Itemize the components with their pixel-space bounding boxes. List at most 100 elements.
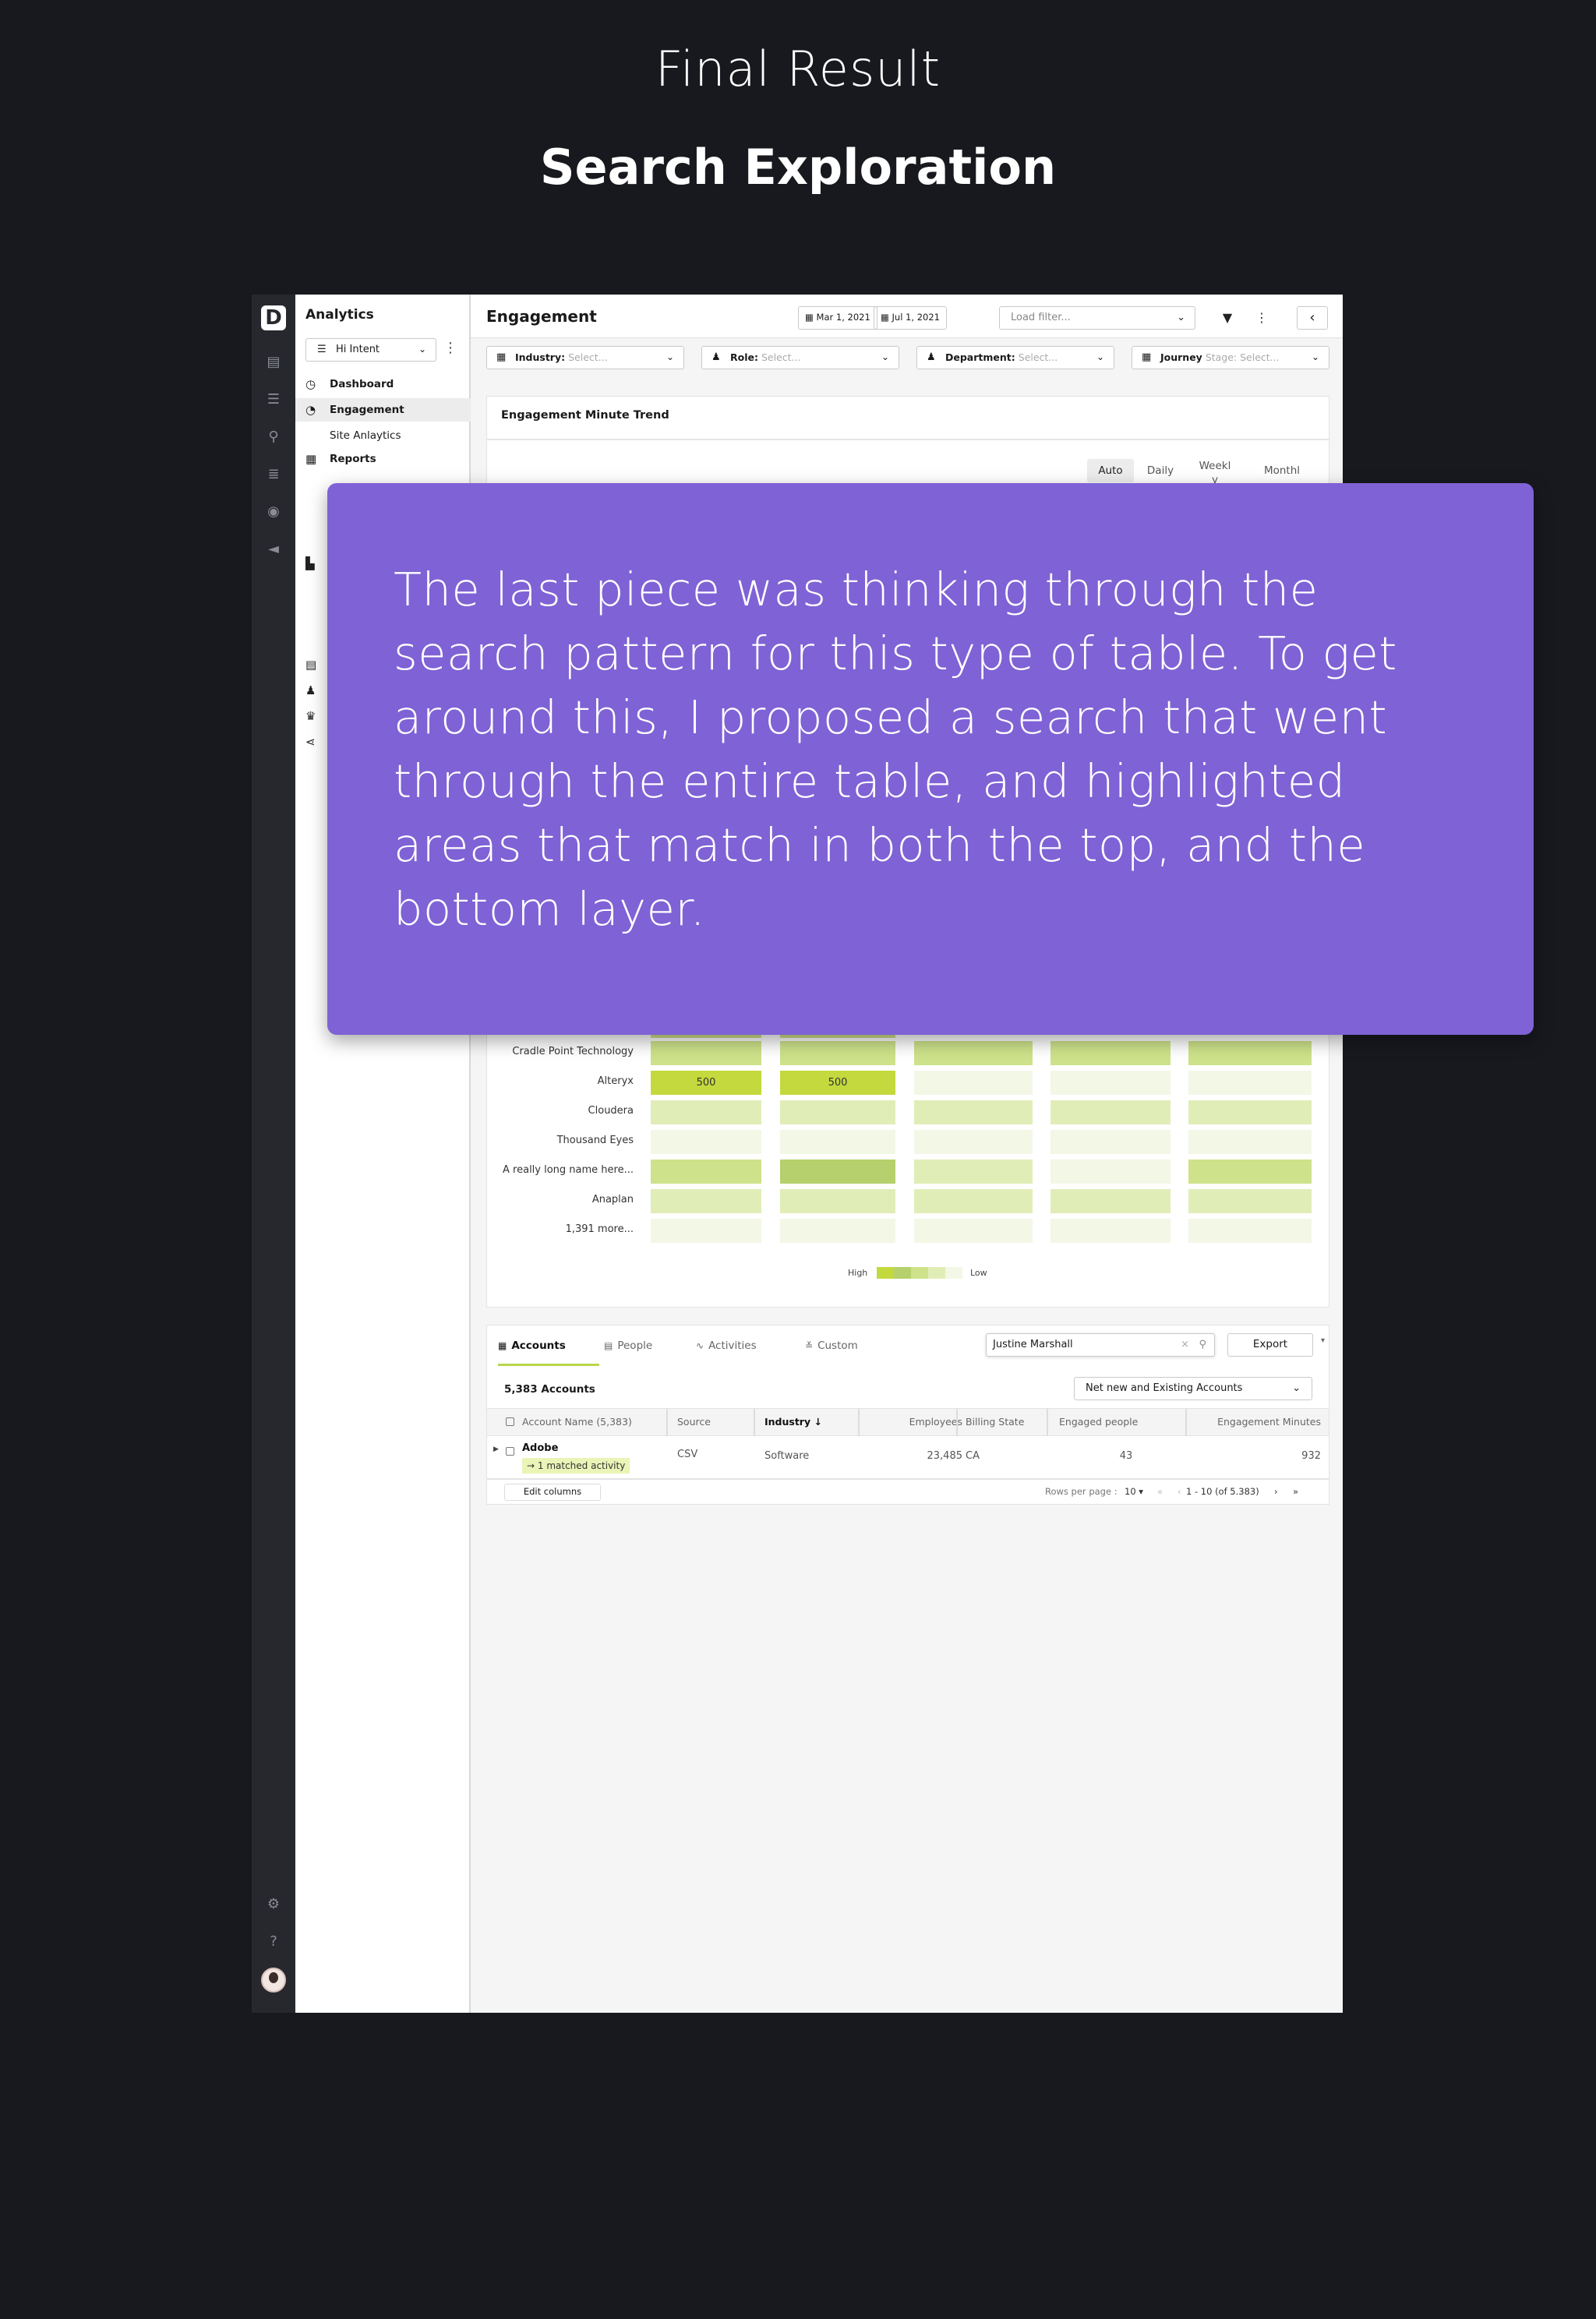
heatmap-cell[interactable] — [1188, 1041, 1312, 1065]
tab-people[interactable]: ▤ People — [604, 1325, 652, 1366]
heatmap-cell[interactable] — [651, 1219, 761, 1243]
heatmap-cell[interactable] — [914, 1130, 1033, 1154]
report-icon[interactable]: ▙ — [305, 556, 321, 570]
heatmap-cell[interactable] — [914, 1100, 1033, 1124]
heatmap-cell[interactable] — [1050, 1041, 1171, 1065]
heatmap-cell[interactable] — [1188, 1100, 1312, 1124]
collapse-button[interactable]: ‹ — [1297, 306, 1328, 330]
heatmap-cell[interactable]: 500 — [780, 1071, 895, 1095]
heatmap-cell[interactable] — [1188, 1071, 1312, 1095]
caret-icon[interactable]: ▾ — [1321, 1336, 1325, 1345]
sidebar-item-reports[interactable]: ▦ Reports — [295, 447, 471, 471]
heatmap-cell[interactable] — [651, 1130, 761, 1154]
accounts-icon[interactable]: ▤ — [305, 658, 321, 672]
logo-icon[interactable]: D — [261, 305, 286, 330]
sidebar-item-site-analytics[interactable]: Site Anlaytics — [295, 424, 471, 447]
more-options-icon[interactable]: ⋮ — [443, 340, 457, 356]
heatmap-cell[interactable] — [780, 1100, 895, 1124]
last-page-icon[interactable]: » — [1293, 1486, 1298, 1497]
heatmap-cell[interactable] — [1050, 1160, 1171, 1184]
account-name[interactable]: Adobe — [522, 1442, 558, 1454]
heatmap-cell[interactable] — [1188, 1130, 1312, 1154]
prev-page-icon[interactable]: ‹ — [1178, 1486, 1181, 1497]
first-page-icon[interactable]: « — [1157, 1486, 1163, 1497]
row-checkbox[interactable] — [506, 1447, 514, 1456]
column-header-account[interactable]: Account Name (5,383) — [522, 1409, 632, 1435]
heatmap-cell[interactable]: 500 — [651, 1071, 761, 1095]
heatmap-cell[interactable] — [914, 1071, 1033, 1095]
gear-icon[interactable]: ⚙ — [265, 1896, 282, 1913]
rows-per-page-select[interactable]: 10 ▾ — [1125, 1486, 1143, 1497]
heatmap-cell[interactable] — [780, 1219, 895, 1243]
tab-activities[interactable]: ∿ Activities — [696, 1325, 757, 1366]
tab-accounts[interactable]: ▦ Accounts — [498, 1325, 599, 1366]
heatmap-cell[interactable] — [914, 1160, 1033, 1184]
column-header-employees[interactable]: Employees — [885, 1409, 962, 1435]
share-icon[interactable]: ⋖ — [305, 735, 321, 749]
heatmap-cell[interactable] — [651, 1160, 761, 1184]
heatmap-cell[interactable] — [1050, 1100, 1171, 1124]
heatmap-cell[interactable] — [780, 1041, 895, 1065]
load-filter-select[interactable]: Load filter... ⌄ — [999, 306, 1195, 330]
heatmap-cell[interactable] — [651, 1189, 761, 1213]
clear-icon[interactable]: × — [1181, 1334, 1189, 1355]
heatmap-cell[interactable] — [914, 1219, 1033, 1243]
select-all-checkbox[interactable] — [506, 1417, 514, 1426]
sidebar-item-engagement[interactable]: ◔ Engagement — [295, 398, 471, 422]
column-header-billing-state[interactable]: Billing State — [966, 1409, 1024, 1435]
export-button[interactable]: Export — [1227, 1333, 1313, 1357]
avatar[interactable] — [261, 1968, 286, 1993]
heatmap-cell[interactable] — [1050, 1130, 1171, 1154]
heatmap-cell[interactable] — [914, 1189, 1033, 1213]
granularity-monthly[interactable]: Monthl — [1251, 459, 1313, 482]
accounts-icon[interactable]: ▤ — [265, 354, 282, 371]
segment-select[interactable]: Net new and Existing Accounts ⌄ — [1074, 1377, 1312, 1400]
heatmap-cell[interactable] — [1050, 1189, 1171, 1213]
intent-select[interactable]: ☰ Hi Intent ⌄ — [305, 338, 436, 362]
granularity-weekly[interactable]: Weekl y — [1192, 459, 1238, 486]
people-icon[interactable]: ♟ — [305, 683, 321, 697]
search-input[interactable]: Justine Marshall × ⚲ — [986, 1333, 1215, 1357]
column-header-source[interactable]: Source — [677, 1409, 711, 1435]
heatmap-cell[interactable] — [1188, 1160, 1312, 1184]
end-date-picker[interactable]: ▦ Jul 1, 2021 — [874, 306, 947, 330]
heatmap-cell[interactable] — [651, 1041, 761, 1065]
more-options-icon[interactable]: ⋮ — [1250, 306, 1273, 330]
granularity-auto[interactable]: Auto — [1087, 459, 1134, 482]
department-filter[interactable]: ♟ Department: Select... ⌄ — [916, 346, 1114, 369]
inbox-icon[interactable]: ☰ — [265, 391, 282, 408]
heatmap-cell[interactable] — [1050, 1071, 1171, 1095]
expand-icon[interactable]: ▶ — [493, 1445, 499, 1453]
filter-icon[interactable]: ▼ — [1216, 306, 1239, 330]
database-icon[interactable]: ≣ — [265, 466, 282, 483]
megaphone-icon[interactable]: ◄ — [265, 541, 282, 558]
journey-filter[interactable]: ▦ Journey Stage: Select... ⌄ — [1132, 346, 1329, 369]
column-divider — [666, 1409, 668, 1435]
heatmap-cell[interactable] — [780, 1189, 895, 1213]
heatmap-cell[interactable] — [651, 1100, 761, 1124]
start-date-picker[interactable]: ▦ Mar 1, 2021 — [798, 306, 877, 330]
search-tool-icon[interactable]: ⚲ — [265, 429, 282, 446]
column-label: Industry — [764, 1416, 811, 1428]
role-filter[interactable]: ♟ Role: Select... ⌄ — [701, 346, 899, 369]
column-header-engagement-minutes[interactable]: Engagement Minutes — [1196, 1409, 1321, 1435]
edit-columns-button[interactable]: Edit columns — [504, 1484, 601, 1501]
granularity-daily[interactable]: Daily — [1137, 459, 1184, 482]
heatmap-cell[interactable] — [1188, 1219, 1312, 1243]
heatmap-cell[interactable] — [1050, 1219, 1171, 1243]
heatmap-cell[interactable] — [780, 1160, 895, 1184]
matched-activity-chip[interactable]: → 1 matched activity — [522, 1458, 630, 1474]
help-icon[interactable]: ? — [265, 1933, 282, 1950]
next-page-icon[interactable]: › — [1274, 1486, 1278, 1497]
heatmap-cell[interactable] — [780, 1130, 895, 1154]
industry-filter[interactable]: ▦ Industry: Select... ⌄ — [486, 346, 684, 369]
target-icon[interactable]: ◉ — [265, 503, 282, 521]
heatmap-cell[interactable] — [914, 1041, 1033, 1065]
crown-icon[interactable]: ♛ — [305, 709, 321, 723]
column-header-engaged-people[interactable]: Engaged people — [1059, 1409, 1138, 1435]
heatmap-cell[interactable] — [1188, 1189, 1312, 1213]
sidebar-item-dashboard[interactable]: ◷ Dashboard — [295, 372, 471, 396]
cell-source: CSV — [677, 1449, 698, 1460]
tab-custom[interactable]: ≚ Custom — [805, 1325, 858, 1366]
column-header-industry[interactable]: Industry ↓ — [764, 1409, 822, 1435]
